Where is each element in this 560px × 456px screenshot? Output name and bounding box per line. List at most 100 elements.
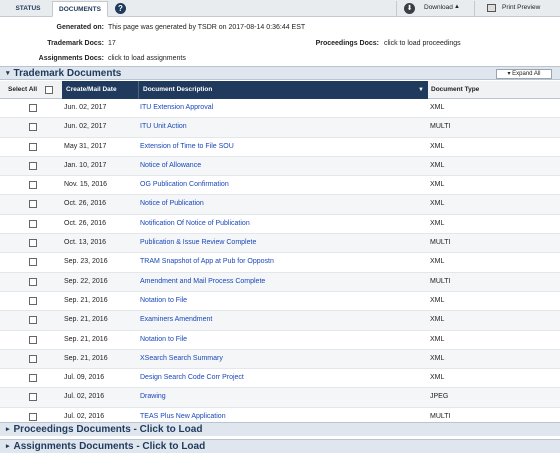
trademark-docs-label: Trademark Docs: — [47, 40, 104, 47]
row-date: May 31, 2017 — [64, 142, 107, 150]
select-all-checkbox[interactable] — [45, 86, 53, 94]
table-row: May 31, 2017 Extension of Time to File S… — [0, 138, 560, 157]
table-row: Jun. 02, 2017 ITU Unit Action MULTI — [0, 118, 560, 138]
row-date: Oct. 26, 2016 — [64, 219, 107, 227]
trademark-docs-value: 17 — [108, 40, 116, 47]
row-type: MULTI — [430, 412, 451, 420]
assignments-section-title: ▸ Assignments Documents - Click to Load — [6, 441, 206, 452]
generated-label: Generated on: — [56, 24, 104, 31]
row-checkbox[interactable] — [29, 200, 37, 209]
row-type: XML — [430, 335, 445, 343]
row-type: XML — [430, 296, 445, 304]
row-description-link[interactable]: XSearch Search Summary — [140, 355, 223, 362]
help-icon[interactable]: ? — [115, 3, 126, 14]
row-description-link[interactable]: Extension of Time to File SOU — [140, 143, 234, 150]
trademark-documents-header[interactable]: ▾ Trademark Documents ▾ Expand All — [0, 66, 560, 80]
row-description-link[interactable]: ITU Extension Approval — [140, 104, 213, 111]
caret-down-icon: ▾ — [6, 70, 10, 77]
row-checkbox[interactable] — [29, 393, 37, 402]
row-type: XML — [430, 161, 445, 169]
tab-documents[interactable]: DOCUMENTS — [52, 1, 108, 17]
row-type: MULTI — [430, 239, 451, 247]
row-description-link[interactable]: Publication & Issue Review Complete — [140, 239, 256, 246]
table-row: Jul. 02, 2016 Drawing JPEG — [0, 388, 560, 408]
assignments-documents-header[interactable]: ▸ Assignments Documents - Click to Load — [0, 439, 560, 453]
row-checkbox[interactable] — [29, 296, 37, 305]
print-preview-button[interactable]: Print Preview — [474, 1, 558, 16]
row-type: XML — [430, 104, 445, 111]
row-checkbox[interactable] — [29, 142, 37, 151]
table-header: Select All Create/Mail Date Document Des… — [0, 81, 560, 99]
row-checkbox[interactable] — [29, 258, 37, 267]
row-checkbox[interactable] — [29, 412, 37, 421]
row-description-link[interactable]: Design Search Code Corr Project — [140, 374, 244, 381]
caret-right-icon: ▸ — [6, 426, 10, 433]
row-date: Sep. 21, 2016 — [64, 335, 108, 343]
row-type: MULTI — [430, 277, 451, 285]
load-assignments-link[interactable]: click to load assignments — [108, 53, 186, 64]
row-checkbox[interactable] — [29, 181, 37, 190]
row-description-link[interactable]: Drawing — [140, 393, 166, 400]
row-type: XML — [430, 354, 445, 362]
row-description-link[interactable]: Notice of Publication — [140, 200, 204, 207]
generated-row: Generated on: This page was generated by… — [0, 22, 560, 33]
row-type: MULTI — [430, 123, 451, 131]
assignments-docs-label: Assignments Docs: — [38, 55, 104, 62]
row-checkbox[interactable] — [29, 219, 37, 228]
printer-icon — [487, 4, 496, 12]
row-checkbox[interactable] — [29, 335, 37, 344]
row-type: XML — [430, 181, 445, 189]
row-checkbox[interactable] — [29, 161, 37, 170]
row-date: Jan. 10, 2017 — [64, 161, 107, 169]
row-checkbox[interactable] — [29, 104, 37, 112]
table-row: Sep. 21, 2016 Notation to File XML — [0, 331, 560, 350]
top-tab-bar: STATUS DOCUMENTS ? ⬇ Download ▲ Print Pr… — [0, 0, 560, 17]
caret-right-icon: ▸ — [6, 443, 10, 450]
document-rows: Jun. 02, 2017 ITU Extension Approval XML… — [0, 99, 560, 428]
row-checkbox[interactable] — [29, 123, 37, 132]
row-description-link[interactable]: TRAM Snapshot of App at Pub for Oppostn — [140, 258, 274, 265]
row-type: XML — [430, 200, 445, 208]
table-row: Nov. 15, 2016 OG Publication Confirmatio… — [0, 176, 560, 196]
row-description-link[interactable]: TEAS Plus New Application — [140, 413, 226, 420]
row-checkbox[interactable] — [29, 316, 37, 325]
tab-status[interactable]: STATUS — [4, 1, 52, 17]
row-date: Jun. 02, 2017 — [64, 123, 107, 131]
row-checkbox[interactable] — [29, 277, 37, 286]
column-header-description[interactable]: Document Description ▼ — [138, 81, 428, 99]
generated-value: This page was generated by TSDR on 2017-… — [108, 24, 306, 31]
table-row: Jan. 10, 2017 Notice of Allowance XML — [0, 156, 560, 177]
table-row: Sep. 21, 2016 XSearch Search Summary XML — [0, 349, 560, 370]
row-type: XML — [430, 219, 445, 227]
row-type: XML — [430, 316, 445, 324]
row-description-link[interactable]: Notation to File — [140, 297, 187, 304]
table-row: Oct. 26, 2016 Notification Of Notice of … — [0, 215, 560, 235]
row-description-link[interactable]: Examiners Amendment — [140, 316, 212, 323]
proceedings-documents-header[interactable]: ▸ Proceedings Documents - Click to Load — [0, 422, 560, 436]
row-description-link[interactable]: ITU Unit Action — [140, 123, 187, 130]
row-type: JPEG — [430, 393, 449, 401]
row-date: Sep. 21, 2016 — [64, 316, 108, 324]
download-button[interactable]: ⬇ Download ▲ — [396, 1, 470, 16]
row-date: Sep. 21, 2016 — [64, 354, 108, 362]
proceedings-docs-label: Proceedings Docs: — [315, 40, 379, 47]
row-checkbox[interactable] — [29, 239, 37, 248]
expand-all-button[interactable]: ▾ Expand All — [496, 69, 552, 79]
row-description-link[interactable]: Amendment and Mail Process Complete — [140, 278, 265, 285]
row-checkbox[interactable] — [29, 354, 37, 363]
row-description-link[interactable]: Notice of Allowance — [140, 162, 201, 169]
row-date: Jul. 02, 2016 — [64, 412, 105, 420]
table-row: Jun. 02, 2017 ITU Extension Approval XML — [0, 99, 560, 119]
row-date: Sep. 21, 2016 — [64, 296, 108, 304]
table-row: Oct. 13, 2016 Publication & Issue Review… — [0, 234, 560, 254]
row-description-link[interactable]: Notation to File — [140, 336, 187, 343]
column-header-type[interactable]: Document Type — [428, 81, 479, 99]
row-description-link[interactable]: OG Publication Confirmation — [140, 181, 229, 188]
load-proceedings-link[interactable]: click to load proceedings — [384, 38, 461, 49]
assignments-row: Assignments Docs: click to load assignme… — [0, 53, 560, 64]
row-date: Oct. 26, 2016 — [64, 200, 107, 208]
column-header-date[interactable]: Create/Mail Date — [62, 81, 138, 99]
row-type: XML — [430, 142, 445, 150]
row-description-link[interactable]: Notification Of Notice of Publication — [140, 220, 250, 227]
row-checkbox[interactable] — [29, 374, 37, 383]
